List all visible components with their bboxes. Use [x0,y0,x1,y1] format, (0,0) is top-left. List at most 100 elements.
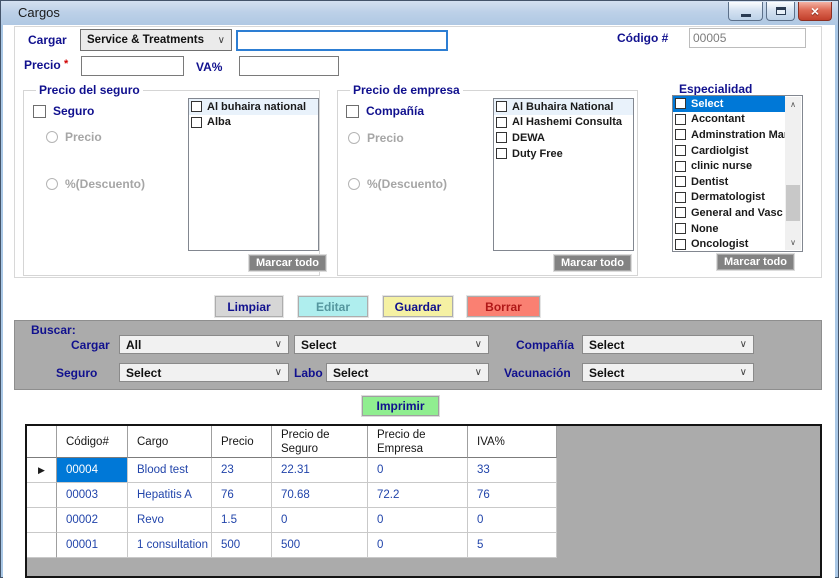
scroll-down-icon[interactable]: ∨ [785,235,801,250]
checkbox-icon [191,101,202,112]
scrollbar-thumb[interactable] [786,185,800,221]
chevron-down-icon: ∨ [740,367,747,378]
buscar-vacunacion-combobox[interactable]: Select ∨ [582,363,754,382]
list-item[interactable]: Alba [189,115,318,131]
grid-cell[interactable]: 76 [468,483,557,508]
grid-cell[interactable]: 1 consultation 10 [128,533,212,558]
seguro-marcar-todo-button[interactable]: Marcar todo [249,255,326,271]
grid-cell[interactable]: 00002 [57,508,128,533]
grid-cell[interactable]: 70.68 [272,483,368,508]
grid-cell[interactable]: Hepatitis A [128,483,212,508]
editar-button[interactable]: Editar [298,296,368,317]
empresa-radio-precio[interactable]: Precio [348,131,404,145]
especialidad-marcar-todo-button[interactable]: Marcar todo [717,254,794,270]
checkbox-icon [675,176,686,187]
grid-cell[interactable]: 0 [468,508,557,533]
imprimir-button[interactable]: Imprimir [362,396,439,416]
precio-del-seguro-title: Precio del seguro [36,83,143,97]
list-item[interactable]: Duty Free [494,146,633,162]
grid-cell[interactable]: 0 [368,508,468,533]
especialidad-scrollbar[interactable]: ∧ ∨ [785,97,801,250]
grid-selector-header [27,426,57,458]
row-selector[interactable] [27,483,57,508]
row-selector[interactable]: ▶ [27,458,57,483]
empresa-companies-list: Al Buhaira National Al Hashemi Consulta … [493,98,634,251]
radio-icon [46,178,58,190]
column-header-precio-seguro[interactable]: Precio de Seguro [272,426,368,458]
maximize-icon [776,7,786,15]
seguro-checkbox[interactable]: Seguro [33,104,94,118]
column-header-iva[interactable]: IVA% [468,426,557,458]
grid-cell[interactable]: Revo [128,508,212,533]
buscar-cargar-combobox[interactable]: All ∨ [119,335,289,354]
grid-cell[interactable]: 22.31 [272,458,368,483]
list-item[interactable]: Oncologist [673,236,785,252]
cargar-type-combobox[interactable]: Service & Treatments ∨ [80,29,232,51]
buscar-cargo-combobox[interactable]: Select ∨ [294,335,489,354]
guardar-button[interactable]: Guardar [383,296,453,317]
empresa-radio-descuento[interactable]: %(Descuento) [348,177,447,191]
grid-cell[interactable]: 33 [468,458,557,483]
checkbox-icon [496,132,507,143]
compania-checkbox[interactable]: Compañía [346,104,424,118]
checkbox-icon [675,145,686,156]
list-item[interactable]: Select [673,96,785,112]
grid-cell[interactable]: 00003 [57,483,128,508]
minimize-button[interactable] [728,2,763,21]
grid-cell[interactable]: 500 [272,533,368,558]
grid-cell[interactable]: 72.2 [368,483,468,508]
list-item[interactable]: DEWA [494,130,633,146]
grid-header-row: Código# Cargo Precio Precio de Seguro Pr… [27,426,557,458]
seguro-radio-precio[interactable]: Precio [46,130,102,144]
grid-cell[interactable]: 23 [212,458,272,483]
list-item[interactable]: General and Vasc [673,205,785,221]
especialidad-label: Especialidad [679,82,752,96]
buscar-compania-combobox[interactable]: Select ∨ [582,335,754,354]
list-item[interactable]: Cardiolgist [673,143,785,159]
empresa-marcar-todo-button[interactable]: Marcar todo [554,255,631,271]
grid-cell[interactable]: 76 [212,483,272,508]
grid-cell[interactable]: 0 [272,508,368,533]
limpiar-button[interactable]: Limpiar [215,296,283,317]
list-item[interactable]: Adminstration Man [673,127,785,143]
column-header-codigo[interactable]: Código# [57,426,128,458]
seguro-radio-descuento[interactable]: %(Descuento) [46,177,145,191]
cargo-name-input[interactable] [236,30,448,51]
column-header-precio-empresa[interactable]: Precio de Empresa [368,426,468,458]
grid-cell[interactable]: 500 [212,533,272,558]
checkbox-icon [675,223,686,234]
va-percent-input[interactable] [239,56,339,76]
list-item[interactable]: clinic nurse [673,158,785,174]
grid-cell-selected[interactable]: 00004 [57,458,128,483]
grid-cell[interactable]: 1.5 [212,508,272,533]
list-item[interactable]: Al Buhaira National [494,99,633,115]
title-bar[interactable]: Cargos × [1,1,838,25]
buscar-title: Buscar: [31,323,76,337]
column-header-cargo[interactable]: Cargo [128,426,212,458]
list-item[interactable]: Dentist [673,174,785,190]
maximize-button[interactable] [766,2,795,21]
buscar-seguro-combobox[interactable]: Select ∨ [119,363,289,382]
scroll-up-icon[interactable]: ∧ [785,97,801,112]
precio-input[interactable] [81,56,184,76]
grid-cell[interactable]: 00001 [57,533,128,558]
list-item[interactable]: None [673,221,785,237]
especialidad-list: Select Accontant Adminstration Man Cardi… [672,95,803,252]
grid-cell[interactable]: Blood test [128,458,212,483]
close-button[interactable]: × [798,2,832,21]
list-item[interactable]: Al buhaira national [189,99,318,115]
grid-cell[interactable]: 5 [468,533,557,558]
row-selector[interactable] [27,508,57,533]
close-icon: × [811,4,819,18]
list-item[interactable]: Accontant [673,112,785,128]
row-selector[interactable] [27,533,57,558]
borrar-button[interactable]: Borrar [467,296,540,317]
list-item[interactable]: Al Hashemi Consulta [494,115,633,131]
buscar-labo-combobox[interactable]: Select ∨ [326,363,489,382]
codigo-input[interactable] [689,28,806,48]
column-header-precio[interactable]: Precio [212,426,272,458]
grid-cell[interactable]: 0 [368,458,468,483]
grid-cell[interactable]: 0 [368,533,468,558]
radio-icon [348,132,360,144]
list-item[interactable]: Dermatologist [673,190,785,206]
